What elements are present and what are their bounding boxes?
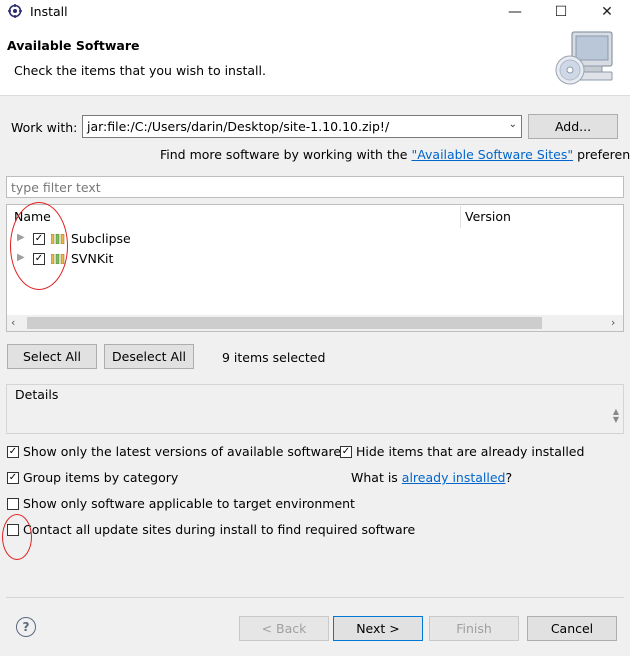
title-bar: Install — ☐ ✕ xyxy=(0,0,630,24)
filter-input[interactable]: type filter text xyxy=(6,176,624,198)
checkbox-latest-versions[interactable]: ✓ xyxy=(7,445,19,458)
option-label: Show only the latest versions of availab… xyxy=(23,444,342,459)
what-is-installed: What is already installed? xyxy=(351,470,512,485)
back-button[interactable]: < Back xyxy=(239,616,329,641)
minimize-button[interactable]: — xyxy=(492,0,538,24)
scroll-right-icon[interactable]: › xyxy=(611,316,615,329)
option-latest-versions[interactable]: ✓ Show only the latest versions of avail… xyxy=(7,444,341,459)
option-contact-sites[interactable]: Contact all update sites during install … xyxy=(7,522,415,537)
find-more-text: Find more software by working with the "… xyxy=(160,147,630,162)
find-more-prefix: Find more software by working with the xyxy=(160,147,408,162)
scrollbar-thumb[interactable] xyxy=(27,317,542,329)
available-software-sites-link[interactable]: "Available Software Sites" xyxy=(411,147,573,162)
tree-item-label: SVNKit xyxy=(71,251,114,266)
selection-count: 9 items selected xyxy=(222,350,326,365)
maximize-button[interactable]: ☐ xyxy=(538,0,584,24)
window-title: Install xyxy=(30,4,68,19)
page-title: Available Software xyxy=(7,38,140,53)
option-label: Group items by category xyxy=(23,470,179,485)
software-tree[interactable]: Name Version ▶ ✓ Subclipse ▶ ✓ SVNKit ‹ … xyxy=(6,204,624,332)
work-with-value: jar:file:/C:/Users/darin/Desktop/site-1.… xyxy=(87,119,390,134)
add-button[interactable]: Add... xyxy=(528,114,618,139)
option-label: Show only software applicable to target … xyxy=(23,496,355,511)
work-with-label: Work with: xyxy=(11,120,78,135)
computer-cd-icon xyxy=(555,31,613,85)
option-label: Contact all update sites during install … xyxy=(23,522,416,537)
close-button[interactable]: ✕ xyxy=(584,0,630,24)
wizard-header: Available Software Check the items that … xyxy=(0,24,630,96)
tree-item-label: Subclipse xyxy=(71,231,131,246)
option-group-by-category[interactable]: ✓ Group items by category xyxy=(7,470,178,485)
details-scroll-icon[interactable]: ▲ ▼ xyxy=(613,408,619,424)
what-is-prefix: What is xyxy=(351,470,398,485)
tree-row[interactable]: ▶ ✓ SVNKit xyxy=(7,250,457,268)
deselect-all-button[interactable]: Deselect All xyxy=(104,344,194,369)
checkbox-hide-installed[interactable]: ✓ xyxy=(340,445,352,458)
details-group: Details ▲ ▼ xyxy=(6,384,624,434)
column-header-version[interactable]: Version xyxy=(465,209,511,224)
work-with-combo[interactable]: jar:file:/C:/Users/darin/Desktop/site-1.… xyxy=(82,115,522,138)
select-all-button[interactable]: Select All xyxy=(7,344,97,369)
already-installed-link[interactable]: already installed xyxy=(402,470,506,485)
finish-button[interactable]: Finish xyxy=(429,616,519,641)
column-divider xyxy=(460,206,461,228)
option-label: Hide items that are already installed xyxy=(356,444,585,459)
find-more-suffix: preferences. xyxy=(577,147,630,162)
scroll-left-icon[interactable]: ‹ xyxy=(11,316,15,329)
help-icon[interactable]: ? xyxy=(16,617,36,637)
annotation-circle xyxy=(2,514,32,560)
option-target-env[interactable]: Show only software applicable to target … xyxy=(7,496,355,511)
footer-separator xyxy=(6,597,624,598)
checkbox-target-env[interactable] xyxy=(7,497,19,510)
horizontal-scrollbar[interactable]: ‹ › xyxy=(7,315,623,331)
page-description: Check the items that you wish to install… xyxy=(14,63,266,78)
annotation-circle xyxy=(10,202,68,290)
next-button[interactable]: Next > xyxy=(333,616,423,641)
filter-placeholder: type filter text xyxy=(11,180,101,195)
what-is-suffix: ? xyxy=(505,470,513,485)
cancel-button[interactable]: Cancel xyxy=(527,616,617,641)
tree-row[interactable]: ▶ ✓ Subclipse xyxy=(7,230,457,248)
eclipse-install-icon xyxy=(8,4,22,18)
details-label: Details xyxy=(15,387,59,402)
checkbox-group-by-category[interactable]: ✓ xyxy=(7,471,19,484)
option-hide-installed[interactable]: ✓ Hide items that are already installed xyxy=(340,444,584,459)
chevron-down-icon[interactable]: ⌄ xyxy=(509,119,517,130)
